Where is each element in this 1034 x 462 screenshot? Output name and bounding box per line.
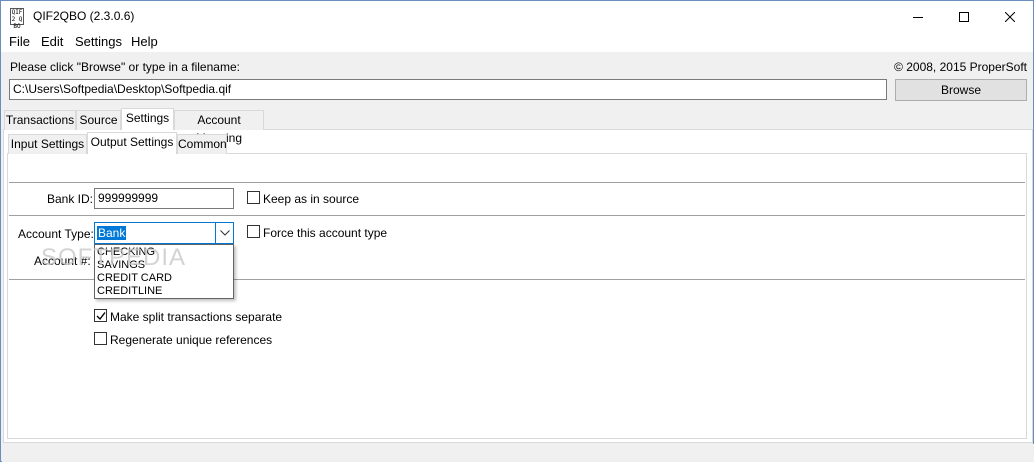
app-icon: QIF 2 QBO bbox=[10, 8, 24, 30]
force-account-type-checkbox[interactable] bbox=[247, 225, 260, 238]
account-type-label: Account Type: bbox=[18, 227, 94, 241]
dropdown-option-savings[interactable]: SAVINGS bbox=[97, 259, 145, 272]
regenerate-references-label: Regenerate unique references bbox=[110, 333, 273, 347]
maximize-icon bbox=[959, 11, 969, 22]
keep-as-source-checkbox[interactable] bbox=[247, 191, 260, 204]
account-type-dropdown: CHECKING SAVINGS CREDIT CARD CREDITLINE bbox=[94, 244, 234, 299]
browse-button[interactable]: Browse bbox=[895, 79, 1027, 101]
menu-help[interactable]: Help bbox=[131, 34, 158, 49]
checkmark-icon bbox=[96, 312, 106, 321]
close-button[interactable] bbox=[987, 1, 1033, 32]
title-bar: QIF 2 QBO QIF2QBO (2.3.0.6) bbox=[1, 1, 1033, 32]
minimize-button[interactable] bbox=[895, 1, 941, 32]
tab-input-settings[interactable]: Input Settings bbox=[8, 134, 87, 154]
tab-settings[interactable]: Settings bbox=[121, 108, 174, 130]
tab-common[interactable]: Common bbox=[177, 134, 227, 154]
keep-as-source-label: Keep as in source bbox=[263, 192, 360, 206]
window-title: QIF2QBO (2.3.0.6) bbox=[33, 9, 135, 23]
status-bar bbox=[2, 444, 1034, 462]
dropdown-option-checking[interactable]: CHECKING bbox=[97, 246, 155, 259]
bank-id-input[interactable]: 999999999 bbox=[94, 188, 234, 209]
app-icon-text: QIF 2 QBO bbox=[11, 9, 23, 30]
split-transactions-checkbox[interactable] bbox=[94, 309, 107, 322]
copyright-text: © 2008, 2015 ProperSoft bbox=[894, 60, 1027, 74]
maximize-button[interactable] bbox=[941, 1, 987, 32]
close-icon bbox=[1005, 11, 1015, 22]
separator bbox=[9, 182, 1025, 183]
menu-settings[interactable]: Settings bbox=[75, 34, 122, 49]
regenerate-references-checkbox[interactable] bbox=[94, 332, 107, 345]
tab-account-mapping[interactable]: Account Mapping bbox=[174, 110, 264, 145]
tab-transactions[interactable]: Transactions bbox=[4, 110, 76, 130]
bank-id-label: Bank ID: bbox=[47, 192, 94, 206]
account-type-select[interactable]: Bank bbox=[94, 222, 234, 244]
app-window: QIF 2 QBO QIF2QBO (2.3.0.6) File Edit Se… bbox=[0, 0, 1034, 462]
account-number-label: Account #: bbox=[34, 254, 91, 268]
minimize-icon bbox=[913, 16, 923, 18]
dropdown-option-creditline[interactable]: CREDITLINE bbox=[97, 285, 162, 298]
file-path-input[interactable]: C:\Users\Softpedia\Desktop\Softpedia.qif bbox=[9, 79, 887, 100]
separator bbox=[9, 215, 1025, 216]
split-transactions-label: Make split transactions separate bbox=[110, 310, 283, 324]
tab-source[interactable]: Source bbox=[76, 110, 121, 130]
menu-file[interactable]: File bbox=[9, 34, 30, 49]
tab-output-settings[interactable]: Output Settings bbox=[87, 132, 177, 154]
file-prompt: Please click "Browse" or type in a filen… bbox=[10, 60, 240, 74]
account-type-selected: Bank bbox=[97, 226, 127, 240]
chevron-down-icon[interactable] bbox=[215, 223, 233, 243]
menu-edit[interactable]: Edit bbox=[41, 34, 63, 49]
dropdown-option-credit-card[interactable]: CREDIT CARD bbox=[97, 272, 172, 285]
menu-bar: File Edit Settings Help bbox=[1, 32, 1033, 52]
force-account-type-label: Force this account type bbox=[263, 226, 388, 240]
